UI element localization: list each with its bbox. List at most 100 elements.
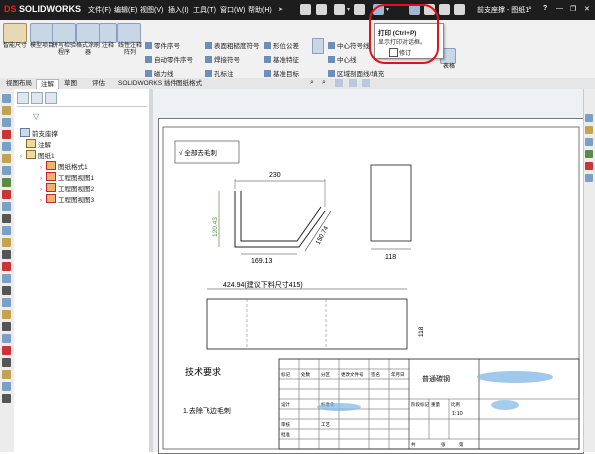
tree-item[interactable]: › 工程图视图1 — [40, 172, 94, 182]
minimize-button[interactable]: — — [556, 5, 563, 12]
mirror-tool-icon[interactable] — [2, 214, 11, 223]
menu-tools[interactable]: 工具(T) — [193, 5, 216, 15]
menu-insert[interactable]: 插入(I) — [168, 5, 189, 15]
options-gear-icon[interactable] — [454, 4, 465, 15]
linear-note-pattern-button[interactable]: 线性注释阵列 — [117, 23, 143, 57]
side-view[interactable] — [370, 164, 412, 242]
chevron-down-icon[interactable]: ▾ — [347, 6, 350, 13]
datum-target-button[interactable]: 基准目标 — [264, 68, 299, 78]
filter-icon[interactable]: ▽ — [33, 112, 39, 121]
dim-side-width[interactable]: 118 — [385, 254, 396, 261]
format-painter-button[interactable]: 格式涂刷器 — [76, 23, 100, 57]
dim-left-height[interactable]: 120.43 — [212, 217, 219, 237]
area-hatch-button[interactable]: 区域剖面线/填充 — [328, 68, 384, 78]
dim-right-height[interactable]: 150.74 — [315, 225, 331, 246]
block-icon[interactable] — [312, 38, 324, 54]
offset-tool-icon[interactable] — [2, 202, 11, 211]
zoom-area-icon[interactable]: ⌕ — [322, 79, 326, 87]
weld-symbol-button[interactable]: 焊接符号 — [205, 54, 260, 64]
font-tool-icon[interactable] — [2, 370, 11, 379]
feature-tree-tab-icon[interactable] — [17, 92, 29, 104]
dim-bottom-width[interactable]: 169.13 — [251, 258, 273, 265]
grid-tool-icon[interactable] — [2, 334, 11, 343]
custom-properties-icon[interactable] — [585, 174, 593, 182]
previous-view-icon[interactable] — [335, 79, 343, 87]
layer-tool-icon[interactable] — [2, 322, 11, 331]
design-library-icon[interactable] — [585, 126, 593, 134]
tree-item[interactable]: 注解 — [20, 139, 51, 149]
chamfer-tool-icon[interactable] — [2, 238, 11, 247]
rectangle-tool-icon[interactable] — [2, 142, 11, 151]
help-icon[interactable]: ? — [543, 5, 547, 12]
file-explorer-icon[interactable] — [585, 138, 593, 146]
line-style-icon[interactable] — [2, 358, 11, 367]
menu-file[interactable]: 文件(F) — [88, 5, 111, 15]
flat-pattern-view[interactable] — [206, 298, 408, 350]
smart-dimension-button[interactable]: 智能尺寸 — [3, 23, 27, 50]
move-tool-icon[interactable] — [2, 286, 11, 295]
tree-item[interactable]: › 图纸格式1 — [40, 161, 88, 171]
search-icon[interactable]: ⌕ — [528, 5, 532, 13]
block-tool-icon[interactable] — [2, 310, 11, 319]
tree-item[interactable]: › 图纸1 — [20, 150, 55, 160]
display-style-icon[interactable] — [362, 79, 370, 87]
balloon-button[interactable]: 零件序号 — [145, 40, 193, 50]
menu-help[interactable]: 帮助(H) — [248, 5, 272, 15]
restore-button[interactable]: ❐ — [570, 5, 576, 13]
dimension-tool-icon[interactable] — [2, 106, 11, 115]
menu-view[interactable]: 视图(V) — [140, 5, 163, 15]
pattern-tool-icon[interactable] — [2, 274, 11, 283]
trim-tool-icon[interactable] — [2, 190, 11, 199]
tab-annotation[interactable]: 注解 — [36, 79, 59, 89]
relation-tool-icon[interactable] — [2, 130, 11, 139]
save-icon[interactable] — [354, 4, 365, 15]
color-tool-icon[interactable] — [2, 346, 11, 355]
dim-flat-height[interactable]: 118 — [418, 326, 425, 337]
circle-tool-icon[interactable] — [2, 154, 11, 163]
resources-icon[interactable] — [585, 114, 593, 122]
surface-finish-button[interactable]: 表面粗糙度符号 — [205, 40, 260, 50]
spline-tool-icon[interactable] — [2, 178, 11, 187]
zoom-to-fit-icon[interactable]: ⌕ — [310, 79, 314, 87]
gtol-button[interactable]: 形位公差 — [264, 40, 299, 50]
hole-callout-button[interactable]: 孔标注 — [205, 68, 260, 78]
tab-view-layout[interactable]: 视图布局 — [2, 79, 36, 88]
measure-tool-icon[interactable] — [2, 394, 11, 403]
dim-flat-length[interactable]: 424.94(建议下料尺寸415) — [223, 280, 303, 289]
tree-item[interactable]: › 工程图视图3 — [40, 194, 94, 204]
tab-sheet-format[interactable]: 图纸格式 — [172, 79, 206, 88]
open-folder-icon[interactable] — [334, 4, 345, 15]
new-document-icon[interactable] — [316, 4, 327, 15]
drawing-sheet[interactable]: √ 全部去毛刺 230 169.13 120.43 150.74 118 424… — [158, 118, 584, 454]
pin-icon[interactable]: ➤ — [278, 6, 283, 13]
appearances-icon[interactable] — [585, 162, 593, 170]
property-manager-tab-icon[interactable] — [31, 92, 43, 104]
section-view-icon[interactable] — [349, 79, 357, 87]
tab-evaluate[interactable]: 评估 — [88, 79, 109, 88]
fillet-tool-icon[interactable] — [2, 226, 11, 235]
dim-top-width[interactable]: 230 — [269, 172, 281, 179]
sketch-tool-icon[interactable] — [2, 94, 11, 103]
configuration-tab-icon[interactable] — [45, 92, 57, 104]
home-icon[interactable] — [300, 4, 311, 15]
spell-checker-button[interactable]: 拼写检验程序 — [52, 23, 76, 57]
model-items-button[interactable]: 模型项目 — [30, 23, 54, 50]
tree-root[interactable]: 前支座撑 — [14, 128, 58, 138]
menu-window[interactable]: 窗口(W) — [220, 5, 245, 15]
close-button[interactable]: ✕ — [584, 5, 590, 13]
view-palette-icon[interactable] — [585, 150, 593, 158]
snap-tool-icon[interactable] — [2, 382, 11, 391]
hatch-tool-icon[interactable] — [2, 298, 11, 307]
tab-sketch[interactable]: 草图 — [60, 79, 81, 88]
auto-balloon-button[interactable]: 自动零件序号 — [145, 54, 193, 64]
tab-addins[interactable]: SOLIDWORKS 插件 — [114, 79, 181, 88]
datum-feature-button[interactable]: 基准特征 — [264, 54, 299, 64]
magnetic-line-button[interactable]: 磁力线 — [145, 68, 193, 78]
file-properties-icon[interactable] — [439, 4, 450, 15]
text-tool-icon[interactable] — [2, 262, 11, 271]
menu-edit[interactable]: 编辑(E) — [114, 5, 137, 15]
line-tool-icon[interactable] — [2, 118, 11, 127]
note-button[interactable]: 注释 — [99, 23, 117, 50]
arc-tool-icon[interactable] — [2, 166, 11, 175]
point-tool-icon[interactable] — [2, 250, 11, 259]
